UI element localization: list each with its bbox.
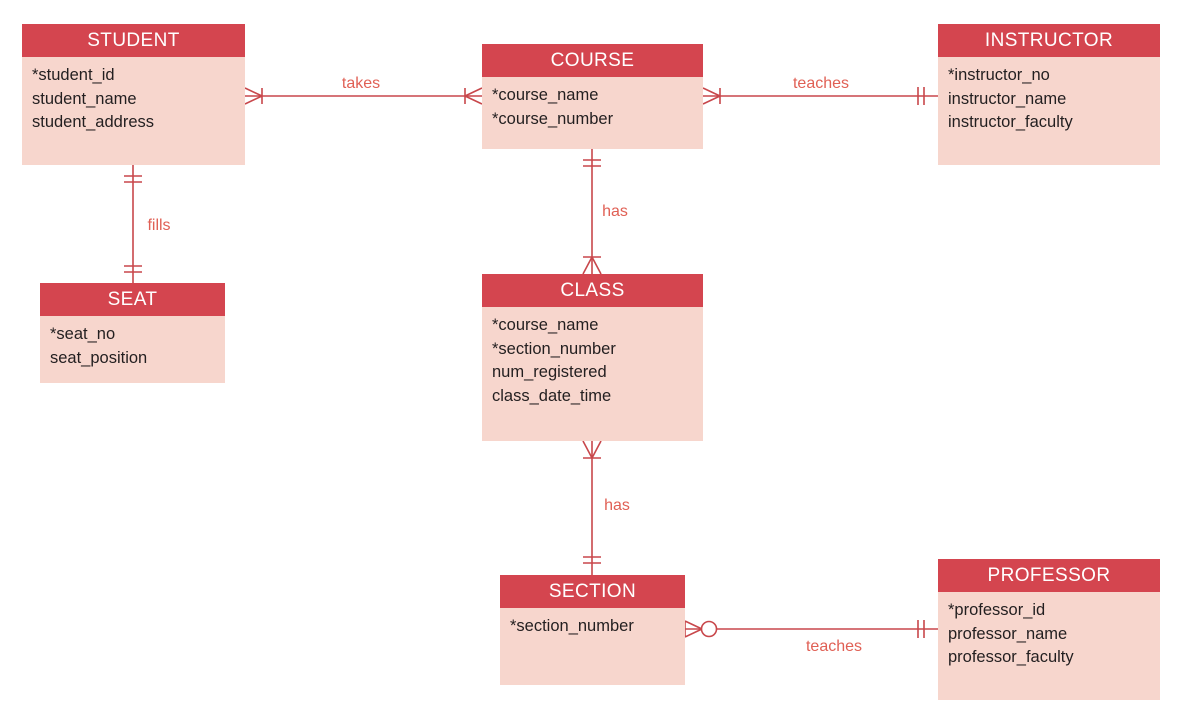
attribute-item: *course_name	[492, 86, 599, 104]
entity-section-title: SECTION	[500, 575, 685, 608]
attribute-item: *section_number	[510, 617, 634, 635]
relationship-label-fills: fills	[147, 217, 171, 234]
entity-class-title: CLASS	[482, 274, 703, 307]
entity-professor-title: PROFESSOR	[938, 559, 1160, 592]
relationship-label-has-class-section: has	[604, 497, 630, 514]
relationship-fills-connector	[124, 165, 142, 283]
entity-student-attributes: *student_id student_name student_address	[22, 57, 245, 141]
entity-seat[interactable]: SEAT *seat_no seat_position	[40, 283, 225, 383]
entity-professor-attributes: *professor_id professor_name professor_f…	[938, 592, 1160, 676]
attribute-item: *seat_no	[50, 325, 116, 343]
entity-professor[interactable]: PROFESSOR *professor_id professor_name p…	[938, 559, 1160, 700]
attribute-item: seat_position	[50, 348, 148, 367]
relationship-teaches-section-professor-connector	[684, 620, 938, 638]
entity-seat-title: SEAT	[40, 283, 225, 316]
relationship-has-class-section-connector	[582, 440, 602, 575]
relationship-label-teaches-course-instructor: teaches	[792, 75, 850, 92]
relationship-label-teaches-section-professor: teaches	[805, 638, 863, 655]
entity-class-attributes: *course_name *section_number num_registe…	[482, 307, 703, 414]
relationship-has-course-class-connector	[582, 149, 602, 275]
attribute-item: class_date_time	[492, 386, 612, 405]
attribute-item: num_registered	[492, 363, 607, 381]
relationship-label-takes: takes	[341, 75, 381, 92]
entity-instructor-title: INSTRUCTOR	[938, 24, 1160, 57]
entity-student[interactable]: STUDENT *student_id student_name student…	[22, 24, 245, 165]
entity-instructor[interactable]: INSTRUCTOR *instructor_no instructor_nam…	[938, 24, 1160, 165]
attribute-item: professor_name	[948, 624, 1068, 643]
er-diagram-canvas: takes teaches fills has has teaches STUD…	[0, 0, 1201, 724]
attribute-item: *course_name	[492, 316, 599, 334]
entity-course[interactable]: COURSE *course_name *course_number	[482, 44, 703, 149]
relationship-label-has-course-class: has	[602, 203, 628, 220]
attribute-item: professor_faculty	[948, 648, 1074, 666]
attribute-item: *student_id	[32, 66, 115, 84]
entity-section-attributes: *section_number	[500, 608, 685, 645]
attribute-item: *professor_id	[948, 601, 1046, 619]
attribute-item: *course_number	[492, 109, 614, 128]
attribute-item: *instructor_no	[948, 66, 1050, 84]
entity-seat-attributes: *seat_no seat_position	[40, 316, 225, 376]
attribute-item: student_address	[32, 113, 155, 131]
attribute-item: *section_number	[492, 339, 616, 358]
attribute-item: student_name	[32, 89, 137, 108]
entity-student-title: STUDENT	[22, 24, 245, 57]
entity-course-attributes: *course_name *course_number	[482, 77, 703, 137]
entity-section[interactable]: SECTION *section_number	[500, 575, 685, 685]
attribute-item: instructor_name	[948, 89, 1067, 108]
entity-instructor-attributes: *instructor_no instructor_name instructo…	[938, 57, 1160, 141]
entity-course-title: COURSE	[482, 44, 703, 77]
attribute-item: instructor_faculty	[948, 113, 1073, 131]
entity-class[interactable]: CLASS *course_name *section_number num_r…	[482, 274, 703, 441]
